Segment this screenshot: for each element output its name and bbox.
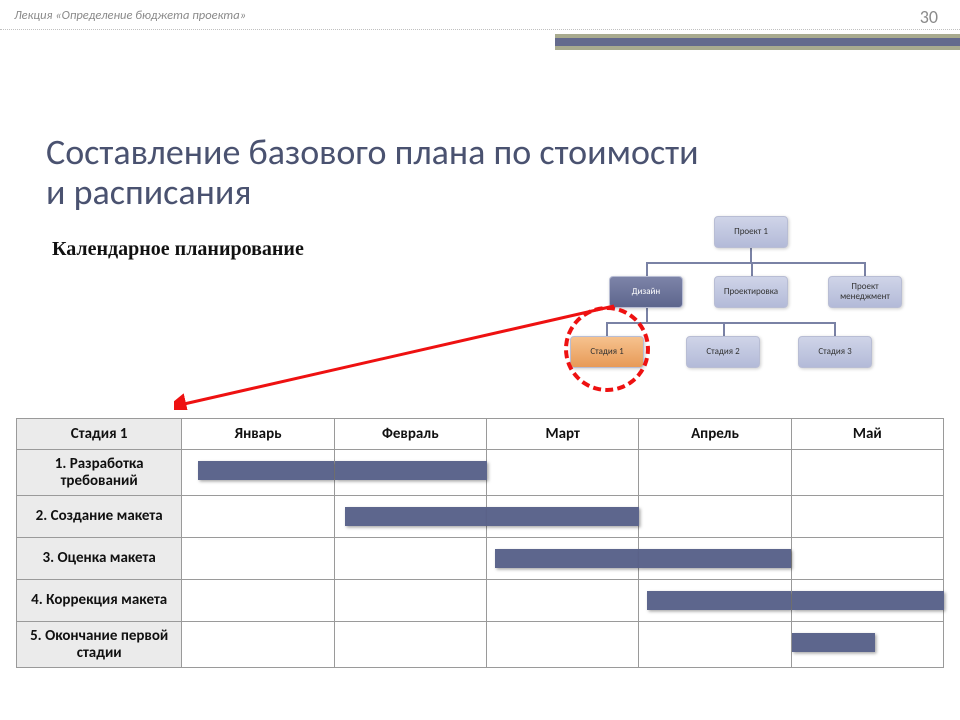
gantt-bar <box>639 549 791 568</box>
gantt-bar <box>487 507 639 526</box>
page-number: 30 <box>920 6 938 28</box>
gantt-month-may: Май <box>791 419 943 450</box>
gantt-task-label: 4. Коррекция макета <box>17 580 182 622</box>
gantt-task-label: 3. Оценка макета <box>17 538 182 580</box>
gantt-row: 3. Оценка макета <box>17 538 944 580</box>
gantt-month-apr: Апрель <box>639 419 791 450</box>
gantt-bar <box>495 549 639 568</box>
callout-arrow <box>174 300 629 410</box>
decorative-band <box>0 34 960 82</box>
org-node-pm: Проект менеджмент <box>828 276 902 308</box>
gantt-row: 4. Коррекция макета <box>17 580 944 622</box>
org-node-stage3: Стадия 3 <box>798 336 872 368</box>
gantt-bar <box>335 461 487 480</box>
gantt-bar <box>792 633 876 652</box>
gantt-task-label: 5. Окончание первой стадии <box>17 622 182 668</box>
gantt-table: Стадия 1 Январь Февраль Март Апрель Май … <box>16 418 944 668</box>
gantt-month-feb: Февраль <box>334 419 486 450</box>
gantt-row: 1. Разработка требований <box>17 450 944 496</box>
title-line-2: и расписания <box>46 170 251 214</box>
gantt-task-label: 2. Создание макета <box>17 496 182 538</box>
gantt-header-row: Стадия 1 Январь Февраль Март Апрель Май <box>17 419 944 450</box>
lecture-title: Лекция «Определение бюджета проекта» <box>14 8 246 23</box>
slide-header: Лекция «Определение бюджета проекта» 30 <box>0 0 960 30</box>
gantt-row: 2. Создание макета <box>17 496 944 538</box>
gantt-month-mar: Март <box>487 419 639 450</box>
section-subtitle: Календарное планирование <box>52 238 304 261</box>
org-node-projecting: Проектировка <box>714 276 788 308</box>
gantt-task-label: 1. Разработка требований <box>17 450 182 496</box>
slide-title: Составление базового плана по стоимости … <box>46 132 699 213</box>
gantt-bar <box>345 507 486 526</box>
gantt-row: 5. Окончание первой стадии <box>17 622 944 668</box>
org-node-root: Проект 1 <box>714 216 788 248</box>
title-line-1: Составление базового плана по стоимости <box>46 130 699 174</box>
gantt-bar <box>198 461 335 480</box>
org-node-stage2: Стадия 2 <box>686 336 760 368</box>
gantt-month-jan: Январь <box>182 419 334 450</box>
gantt-bar <box>792 591 944 610</box>
gantt-corner: Стадия 1 <box>17 419 182 450</box>
gantt-bar <box>647 591 791 610</box>
